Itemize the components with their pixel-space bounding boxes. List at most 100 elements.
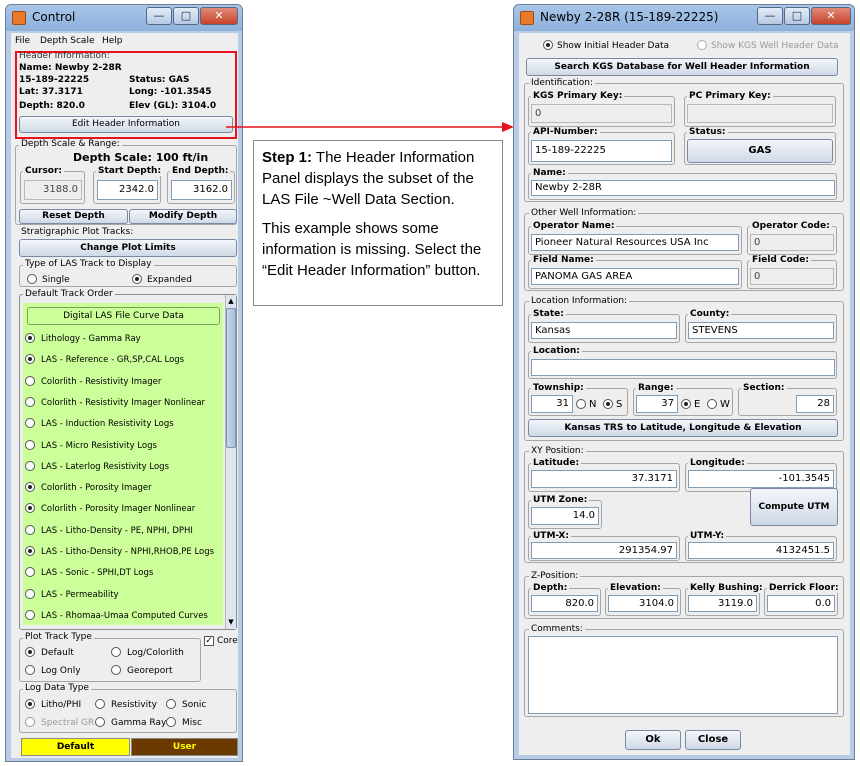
range-w-radio[interactable]: [707, 399, 717, 409]
ld-litho-radio[interactable]: [25, 699, 35, 709]
operator-field[interactable]: Pioneer Natural Resources USA Inc: [531, 234, 739, 251]
minimize-icon[interactable]: —: [757, 7, 783, 25]
field-name-field[interactable]: PANOMA GAS AREA: [531, 268, 739, 285]
county-field[interactable]: STEVENS: [688, 322, 834, 339]
pt-georeport-radio[interactable]: [111, 665, 121, 675]
header-elev: Elev (GL): 3104.0: [129, 101, 217, 111]
pt-default-label: Default: [41, 648, 74, 658]
scroll-thumb[interactable]: [226, 308, 236, 448]
single-radio[interactable]: [27, 274, 37, 284]
end-depth-field[interactable]: 3162.0: [171, 180, 232, 200]
ld-sonic-radio[interactable]: [166, 699, 176, 709]
edit-header-button[interactable]: Edit Header Information: [19, 116, 233, 133]
change-plot-limits-button[interactable]: Change Plot Limits: [19, 239, 237, 257]
editor-titlebar[interactable]: Newby 2-28R (15-189-22225) — □ ✕: [514, 5, 854, 31]
core-checkbox[interactable]: ✓: [204, 636, 214, 646]
header-lat: Lat: 37.3171: [19, 87, 83, 97]
menu-file[interactable]: File: [15, 36, 30, 46]
utm-x-label: UTM-X:: [531, 531, 571, 541]
latitude-label: Latitude:: [531, 458, 582, 468]
track-radio[interactable]: [25, 333, 35, 343]
track-radio[interactable]: [25, 396, 35, 407]
latitude-field[interactable]: 37.3171: [531, 470, 677, 488]
track-item-label: LAS - Permeability: [41, 589, 119, 600]
cursor-value: 3188.0: [24, 180, 82, 200]
depth-field[interactable]: 820.0: [531, 595, 598, 612]
utm-x-field[interactable]: 291354.97: [531, 542, 677, 559]
compute-utm-button[interactable]: Compute UTM: [750, 488, 838, 526]
minimize-icon[interactable]: —: [146, 7, 172, 25]
cursor-label: Cursor:: [23, 166, 65, 176]
close-icon[interactable]: ✕: [200, 7, 238, 25]
name-field[interactable]: Newby 2-28R: [531, 180, 835, 196]
menu-help[interactable]: Help: [102, 36, 123, 46]
track-item-label: Lithology - Gamma Ray: [41, 334, 141, 344]
elevation-field[interactable]: 3104.0: [608, 595, 678, 612]
track-radio[interactable]: [25, 546, 35, 556]
range-e-radio[interactable]: [681, 399, 691, 409]
utm-zone-field[interactable]: 14.0: [531, 507, 599, 525]
track-radio[interactable]: [25, 439, 35, 450]
menu-depth-scale[interactable]: Depth Scale: [40, 36, 95, 46]
range-field[interactable]: 37: [636, 395, 678, 413]
close-button[interactable]: Close: [685, 730, 741, 750]
expanded-radio[interactable]: [132, 274, 142, 284]
township-s-radio[interactable]: [603, 399, 613, 409]
close-icon[interactable]: ✕: [811, 7, 851, 25]
kgs-key-label: KGS Primary Key:: [531, 91, 625, 101]
ld-resistivity-radio[interactable]: [95, 699, 105, 709]
pt-logonly-radio[interactable]: [25, 665, 35, 675]
end-depth-label: End Depth:: [170, 166, 231, 176]
expanded-label: Expanded: [147, 275, 192, 285]
track-radio[interactable]: [25, 460, 35, 471]
search-kgs-button[interactable]: Search KGS Database for Well Header Info…: [526, 58, 838, 76]
user-color-button[interactable]: User: [131, 738, 238, 756]
ld-sonic-label: Sonic: [182, 700, 207, 710]
state-field[interactable]: Kansas: [531, 322, 677, 339]
derrick-floor-field[interactable]: 0.0: [767, 595, 835, 612]
pt-default-radio[interactable]: [25, 647, 35, 657]
modify-depth-button[interactable]: Modify Depth: [129, 209, 237, 224]
step-note-para1: Step 1: The Header Information Panel dis…: [262, 147, 494, 210]
header-long: Long: -101.3545: [129, 87, 212, 97]
show-initial-radio[interactable]: [543, 40, 553, 50]
name-label: Name:: [531, 168, 568, 178]
start-depth-field[interactable]: 2342.0: [97, 180, 158, 200]
location-field[interactable]: [531, 359, 835, 376]
scroll-down-icon[interactable]: ▼: [226, 617, 236, 627]
longitude-field[interactable]: -101.3545: [688, 470, 834, 488]
track-radio[interactable]: [25, 524, 35, 535]
track-item-label: LAS - Litho-Density - NPHI,RHOB,PE Logs: [41, 547, 215, 557]
maximize-icon[interactable]: □: [173, 7, 199, 25]
trs-button[interactable]: Kansas TRS to Latitude, Longitude & Elev…: [528, 419, 838, 437]
api-field[interactable]: 15-189-22225: [531, 140, 672, 162]
java-app-icon: [520, 11, 534, 25]
track-item-label: Colorlith - Resistivity Imager Nonlinear: [41, 397, 206, 408]
scroll-up-icon[interactable]: ▲: [226, 296, 236, 306]
status-button[interactable]: GAS: [687, 139, 833, 163]
z-label: Z-Position:: [529, 571, 581, 581]
default-track-label: Default Track Order: [23, 289, 115, 299]
maximize-icon[interactable]: □: [784, 7, 810, 25]
comments-textarea[interactable]: [528, 636, 838, 714]
ld-gamma-radio[interactable]: [95, 717, 105, 727]
section-field[interactable]: 28: [796, 395, 834, 413]
track-radio[interactable]: [25, 609, 35, 620]
depth-scale-title: Depth Scale: 100 ft/in: [73, 151, 209, 164]
utm-y-label: UTM-Y:: [688, 531, 727, 541]
digital-las-button[interactable]: Digital LAS File Curve Data: [27, 307, 220, 325]
kelly-bushing-field[interactable]: 3119.0: [688, 595, 757, 612]
control-titlebar[interactable]: Control — □ ✕: [6, 5, 242, 31]
utm-y-field[interactable]: 4132451.5: [688, 542, 834, 559]
reset-depth-button[interactable]: Reset Depth: [19, 209, 128, 224]
township-n-radio[interactable]: [576, 399, 586, 409]
operator-code-field: 0: [750, 234, 834, 251]
ok-button[interactable]: Ok: [625, 730, 681, 750]
township-field[interactable]: 31: [531, 395, 573, 413]
track-radio[interactable]: [25, 375, 35, 386]
pt-logonly-label: Log Only: [41, 666, 81, 676]
pt-logcolorlith-radio[interactable]: [111, 647, 121, 657]
track-radio[interactable]: [25, 588, 35, 599]
default-color-button[interactable]: Default: [21, 738, 130, 756]
ld-misc-radio[interactable]: [166, 717, 176, 727]
